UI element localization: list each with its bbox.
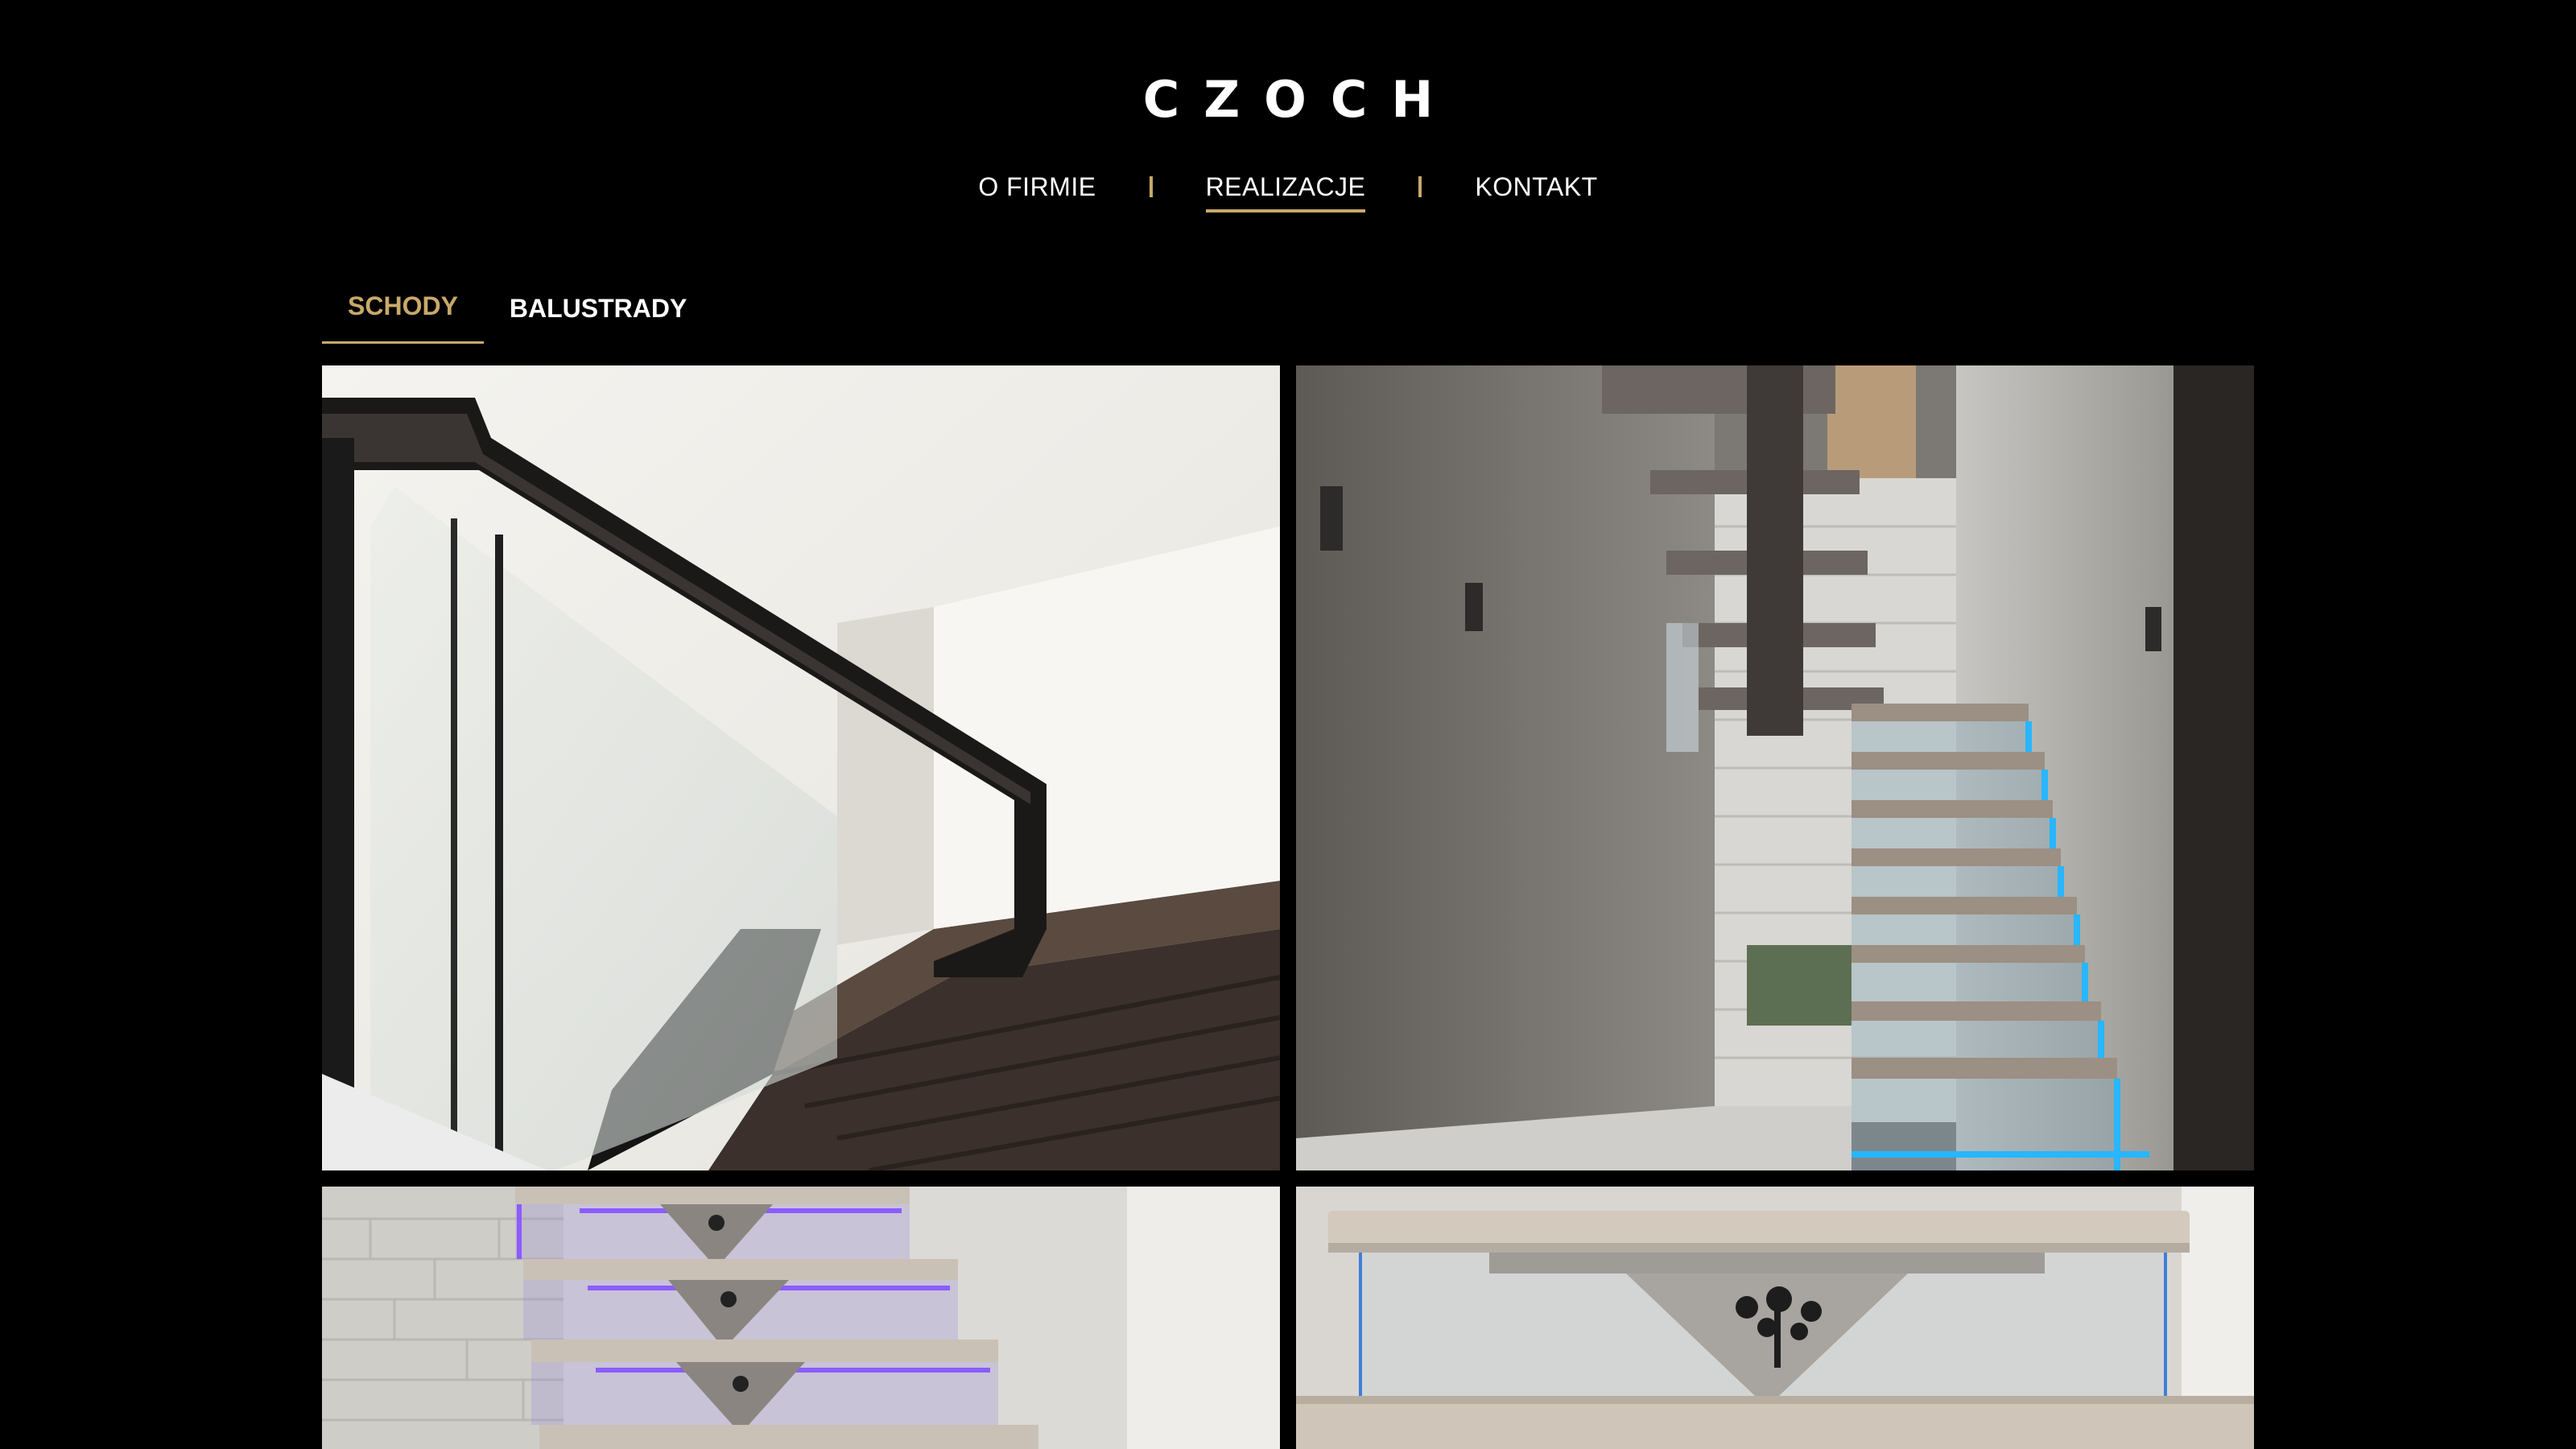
page: CZOCH O FIRMIE REALIZACJE KONTAKT SCHODY… xyxy=(0,0,2576,1449)
floating-stairs-blue-led-photo[interactable] xyxy=(1296,365,2254,1170)
stair-step-tree-motif-photo[interactable] xyxy=(1296,1187,2254,1449)
gallery-grid xyxy=(322,365,2254,1449)
nav-item-realizacje[interactable]: REALIZACJE xyxy=(1205,167,1366,213)
stairs-purple-led-photo[interactable] xyxy=(322,1187,1280,1449)
nav-item-kontakt[interactable]: KONTAKT xyxy=(1475,167,1597,206)
main-nav: O FIRMIE REALIZACJE KONTAKT xyxy=(0,167,2576,213)
logo[interactable]: CZOCH xyxy=(0,71,2576,129)
category-tabs: SCHODY BALUSTRADY xyxy=(322,282,712,344)
nav-divider xyxy=(1149,176,1153,197)
nav-divider xyxy=(1418,176,1422,197)
tab-balustrady[interactable]: BALUSTRADY xyxy=(484,284,712,344)
tab-schody[interactable]: SCHODY xyxy=(322,282,484,344)
stair-railing-glass-photo[interactable] xyxy=(322,365,1280,1170)
nav-item-o-firmie[interactable]: O FIRMIE xyxy=(978,167,1096,206)
